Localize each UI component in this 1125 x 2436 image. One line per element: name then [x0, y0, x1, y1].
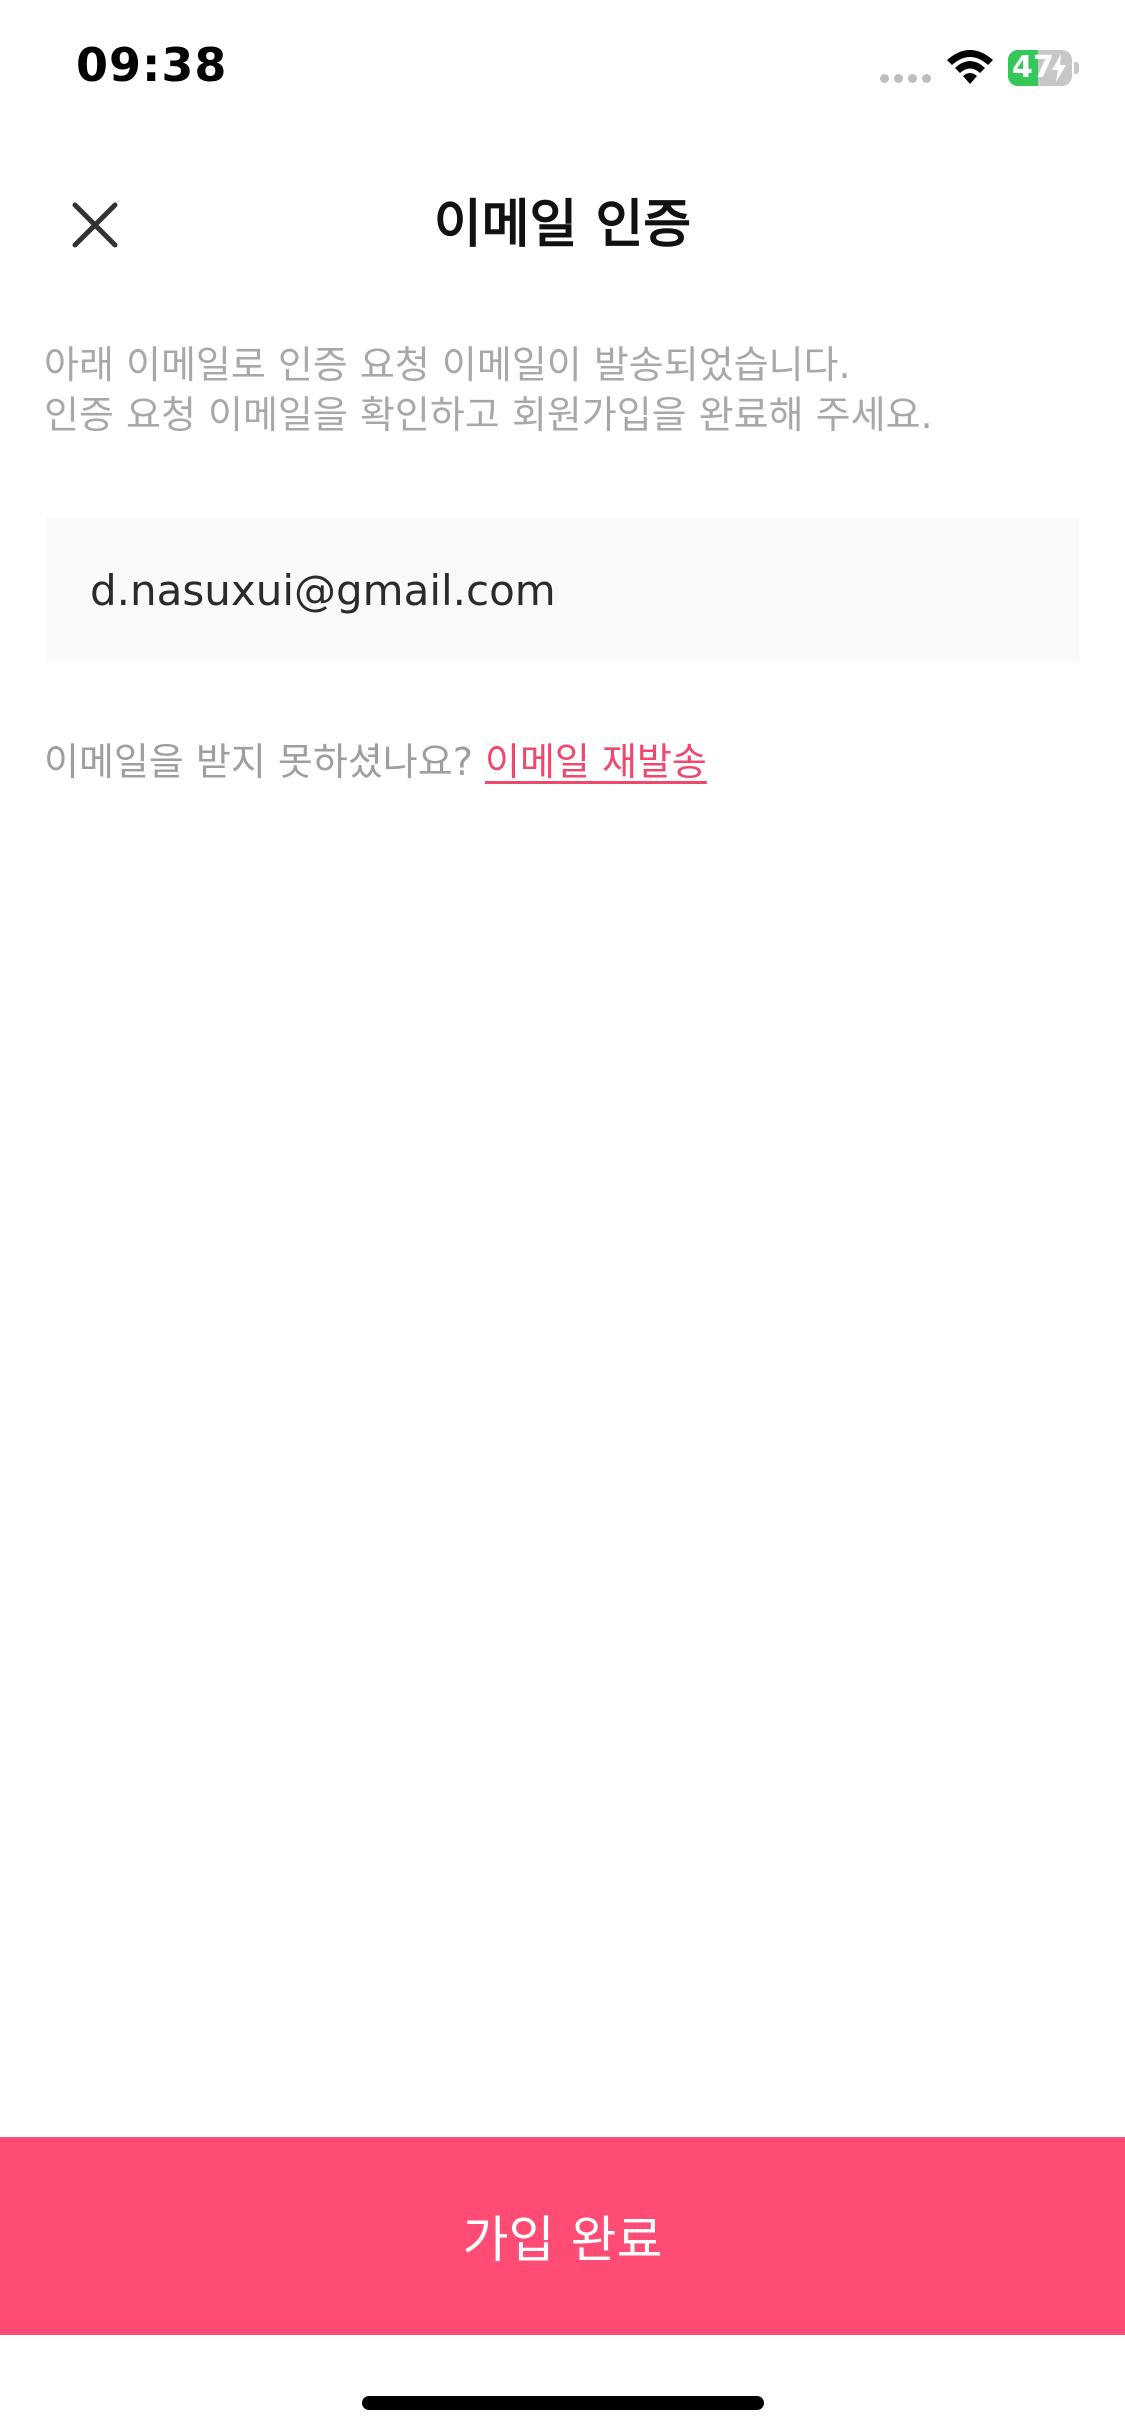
signal-icon: [880, 74, 934, 84]
status-time: 09:38: [76, 38, 228, 92]
wifi-icon: [947, 50, 993, 84]
resend-row: 이메일을 받지 못하셨나요? 이메일 재발송: [44, 732, 707, 792]
resend-prompt: 이메일을 받지 못하셨나요?: [44, 740, 473, 784]
complete-signup-button[interactable]: 가입 완료: [0, 2137, 1125, 2335]
battery-icon: 47: [1008, 50, 1079, 86]
description-line-2: 인증 요청 이메일을 확인하고 회원가입을 완료해 주세요.: [44, 393, 933, 437]
description-line-1: 아래 이메일로 인증 요청 이메일이 발송되었습니다.: [44, 343, 851, 387]
verification-description: 아래 이메일로 인증 요청 이메일이 발송되었습니다. 인증 요청 이메일을 확…: [44, 340, 1084, 440]
battery-tip: [1074, 62, 1079, 74]
close-icon: [72, 202, 118, 248]
battery-level: 47: [1012, 50, 1054, 85]
home-indicator: [362, 2396, 764, 2410]
email-display-field: d.nasuxui@gmail.com: [46, 518, 1079, 662]
page-title: 이메일 인증: [433, 195, 692, 255]
battery-body: 47: [1008, 50, 1072, 86]
close-button[interactable]: [60, 190, 130, 260]
email-value: d.nasuxui@gmail.com: [90, 565, 556, 615]
charging-bolt-icon: [1052, 54, 1066, 82]
email-verification-screen: 09:38 47 이메일 인증 아래 이메일로 인증 요청 이메일이 발송되었습…: [0, 0, 1125, 2436]
resend-email-link[interactable]: 이메일 재발송: [485, 740, 707, 784]
